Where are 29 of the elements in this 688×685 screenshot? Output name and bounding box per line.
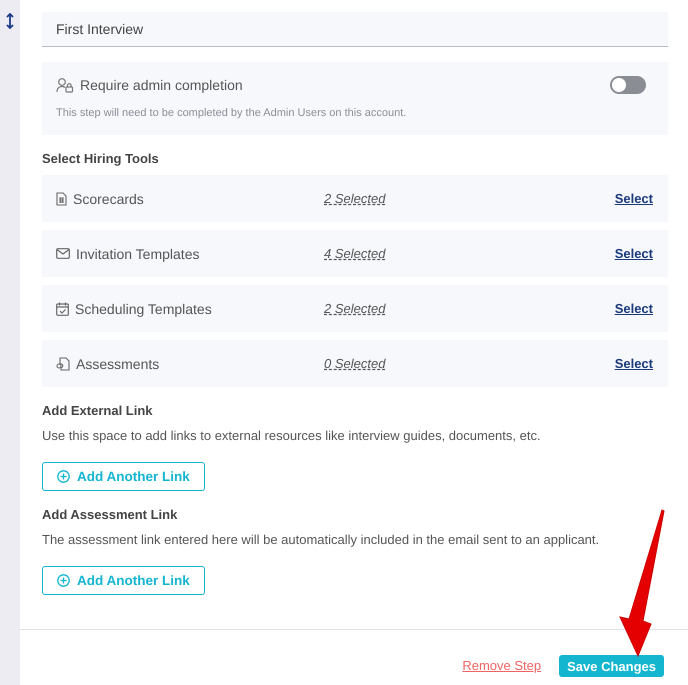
tool-name: Scorecards (73, 190, 144, 206)
section-heading: Add External Link (42, 403, 153, 418)
tool-name: Assessments (76, 356, 160, 372)
admin-completion-description: This step will need to be completed by the Admin Users on this account. (56, 107, 408, 119)
select-link[interactable]: Select (614, 301, 653, 316)
user-lock-icon (56, 77, 74, 93)
select-link[interactable]: Select (614, 191, 653, 206)
selected-count: 0 Selected (324, 356, 387, 371)
drag-handle-icon[interactable] (6, 13, 14, 29)
tool-name: Invitation Templates (76, 246, 200, 262)
selected-count: 2 Selected (324, 301, 387, 316)
puzzle-icon (56, 356, 70, 370)
section-heading: Select Hiring Tools (42, 151, 159, 166)
tool-name: Scheduling Templates (75, 300, 212, 316)
step-name-field[interactable]: First Interview (42, 12, 668, 47)
selected-count: 4 Selected (324, 246, 387, 261)
selected-count: 2 Selected (324, 191, 387, 206)
toggle-switch[interactable] (610, 76, 646, 94)
calendar-check-icon (56, 302, 69, 316)
section-description: The assessment link entered here will be automatically included in the email sent to an applicant. (42, 532, 600, 547)
document-icon (56, 192, 67, 206)
plus-circle-icon (57, 574, 70, 587)
select-link[interactable]: Select (614, 246, 653, 261)
plus-circle-icon (57, 470, 70, 483)
select-link[interactable]: Select (614, 356, 653, 371)
section-heading: Add Assessment Link (42, 507, 178, 522)
section-description: Use this space to add links to external resources like interview guides, documents, etc. (42, 428, 541, 443)
admin-completion-label: Require admin completion (80, 77, 244, 93)
envelope-icon (56, 248, 70, 259)
